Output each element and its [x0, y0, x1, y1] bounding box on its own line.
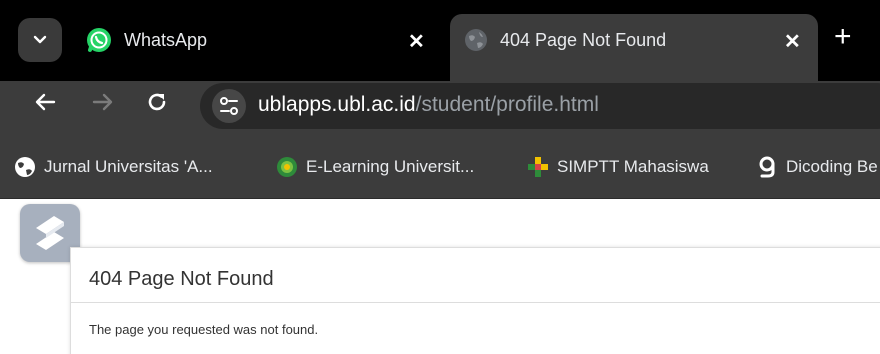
url-path: /student/profile.html [415, 93, 599, 116]
bookmarks-bar: Jurnal Universitas 'A... E-Learning Univ… [0, 136, 880, 199]
tab-title: WhatsApp [124, 30, 208, 50]
tab-whatsapp[interactable]: WhatsApp ✕ [72, 12, 442, 81]
university-logo-icon [277, 157, 297, 177]
chevron-down-icon [33, 35, 47, 44]
tab-404[interactable]: 404 Page Not Found ✕ [450, 14, 818, 81]
divider [71, 302, 880, 303]
reload-icon[interactable] [146, 91, 168, 117]
bookmark-label: Dicoding Be [786, 157, 878, 176]
globe-icon [15, 157, 35, 177]
tab-search-button[interactable] [18, 18, 62, 62]
close-tab-icon[interactable]: ✕ [408, 32, 425, 52]
error-message: The page you requested was not found. [89, 322, 319, 337]
close-tab-icon[interactable]: ✕ [784, 32, 801, 52]
globe-icon [465, 29, 487, 51]
bookmark-label: SIMPTT Mahasiswa [557, 157, 709, 176]
page-title: 404 Page Not Found [89, 268, 274, 290]
new-tab-icon[interactable]: + [834, 22, 852, 52]
url-text[interactable]: ublapps.ubl.ac.id/student/profile.html [258, 93, 599, 117]
whatsapp-icon [87, 28, 111, 52]
site-info-icon[interactable] [212, 89, 246, 123]
dicoding-icon [759, 156, 775, 178]
bookmark-label: E-Learning Universit... [306, 157, 475, 176]
page-content: 404 Page Not Found The page you requeste… [0, 199, 880, 354]
tab-strip: WhatsApp ✕ 404 Page Not Found ✕ + [0, 0, 880, 81]
tab-title: 404 Page Not Found [500, 30, 667, 50]
simptt-icon [528, 157, 548, 177]
address-bar[interactable]: ublapps.ubl.ac.id/student/profile.html [200, 83, 880, 129]
toolbar: ublapps.ubl.ac.id/student/profile.html [0, 81, 880, 136]
forward-icon[interactable] [92, 91, 114, 117]
url-host: ublapps.ubl.ac.id [258, 93, 416, 116]
error-panel: 404 Page Not Found The page you requeste… [70, 247, 880, 354]
bookmark-label: Jurnal Universitas 'A... [44, 157, 213, 176]
back-icon[interactable] [34, 91, 56, 117]
